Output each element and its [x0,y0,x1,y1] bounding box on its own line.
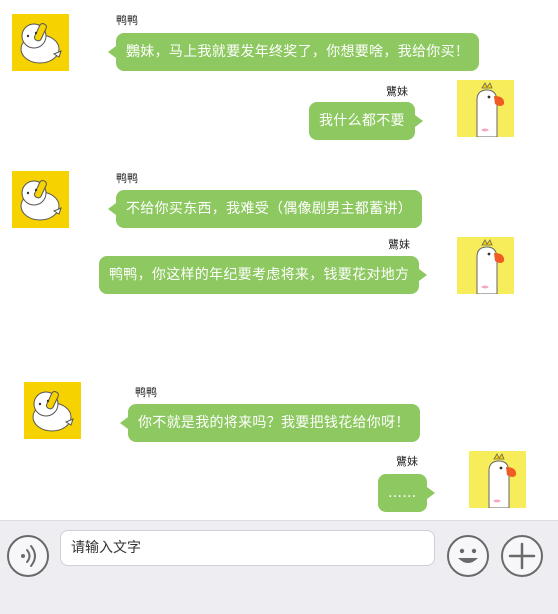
avatar-goose-right[interactable] [469,451,526,508]
more-button[interactable] [501,535,543,577]
avatar-goose-right[interactable] [457,80,514,137]
plus-icon [508,542,536,570]
voice-button[interactable] [7,535,49,577]
emoji-icon [458,548,478,563]
duck-avatar-icon [24,382,81,439]
goose-avatar-icon [457,80,514,137]
duck-avatar-icon [12,171,69,228]
message-bubble[interactable]: 鸚妹，马上我就要发年终奖了，你想要啥，我给你买！ [107,33,480,71]
message-bubble[interactable]: …… [378,474,435,512]
sender-name: 鸗妹 [388,238,410,251]
avatar-duck-left[interactable] [12,14,69,71]
voice-icon [21,545,36,567]
avatar-duck-left[interactable] [12,171,69,228]
message-bubble[interactable]: 鸭鸭，你这样的年纪要考虑将来，钱要花对地方 [99,256,428,294]
sender-name: 鸭鸭 [116,172,138,185]
sender-name: 鸭鸭 [135,386,157,399]
emoji-button[interactable] [447,535,489,577]
goose-avatar-icon [457,237,514,294]
sender-name: 鸗妹 [386,85,408,98]
message-bubble[interactable]: 你不就是我的将来吗？我要把钱花给你呀！ [120,404,420,442]
avatar-duck-left[interactable] [24,382,81,439]
input-bar [0,520,558,614]
avatar-goose-right[interactable] [457,237,514,294]
goose-avatar-icon [469,451,526,508]
duck-avatar-icon [12,14,69,71]
message-bubble[interactable]: 我什么都不要 [309,102,423,140]
message-input[interactable] [60,530,435,566]
message-bubble[interactable]: 不给你买东西，我难受（偶像剧男主都蓄讲） [108,190,422,228]
sender-name: 鸭鸭 [116,14,138,27]
sender-name: 鸗妹 [396,455,418,468]
chat-area[interactable]: 鸭鸭 鸚妹，马上我就要发年终奖了，你想要啥，我给你买！ 鸗妹 我什么都不要 鸭鸭… [0,0,558,520]
